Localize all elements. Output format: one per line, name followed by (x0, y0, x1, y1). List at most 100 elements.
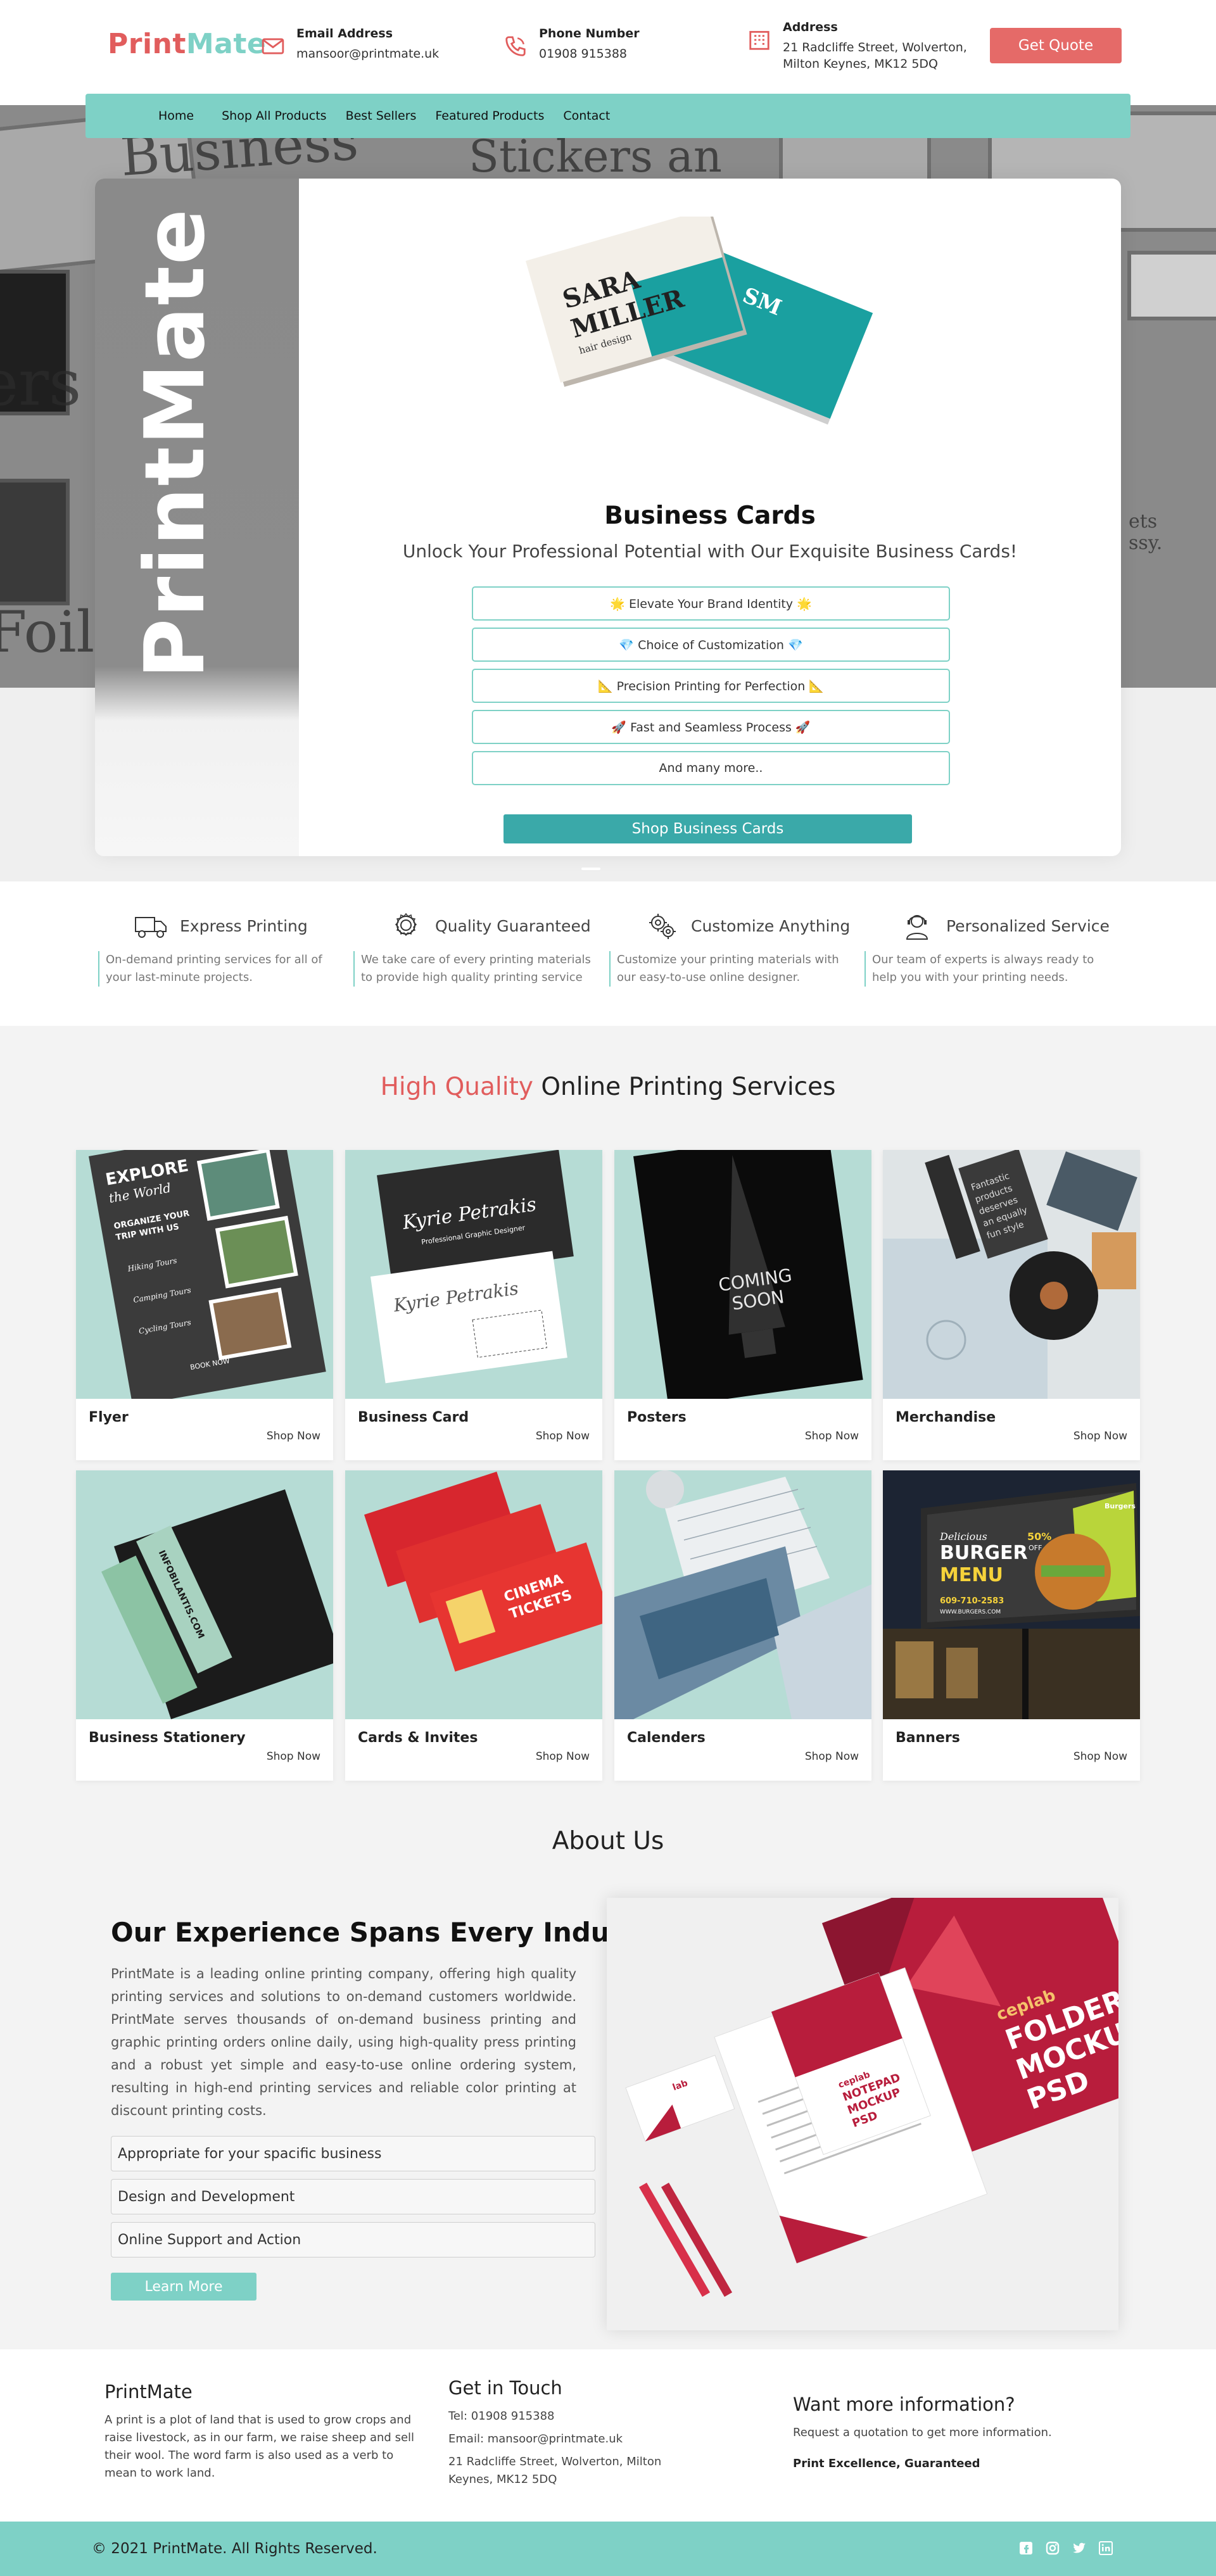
logo[interactable]: PrintMate (108, 28, 266, 60)
banner-text: BURGER (940, 1542, 1028, 1564)
product-name: Business Card (358, 1410, 469, 1425)
gears-icon (649, 914, 676, 939)
bg-word: Foil (0, 599, 95, 666)
learn-more-button[interactable]: Learn More (111, 2273, 256, 2301)
phone-contact: Phone Number 01908 915388 (504, 27, 640, 62)
shop-now-link[interactable]: Shop Now (805, 1430, 859, 1443)
bg-word: ers (0, 346, 82, 420)
service-quality-guaranteed: Quality Guaranteed We take care of every… (353, 908, 600, 987)
get-quote-button[interactable]: Get Quote (990, 28, 1122, 63)
nav-featured-products[interactable]: Featured Products (435, 109, 544, 123)
copyright: © 2021 PrintMate. All Rights Reserved. (92, 2541, 377, 2557)
shop-now-link[interactable]: Shop Now (267, 1750, 320, 1763)
linkedin-icon[interactable] (1098, 2540, 1114, 2556)
products-title: High Quality Online Printing Services (380, 1073, 836, 1101)
banner-text: OFF (1029, 1544, 1042, 1552)
banner-text: Delicious (939, 1531, 987, 1543)
flyer-image: EXPLORE the World ORGANIZE YOUR TRIP WIT… (76, 1150, 333, 1399)
product-name: Banners (896, 1730, 960, 1746)
product-card-merchandise[interactable]: Fantastic products deserves an equally f… (883, 1150, 1140, 1460)
nav-contact[interactable]: Contact (563, 109, 610, 123)
calendar-image (614, 1470, 871, 1719)
slider-indicator[interactable] (581, 868, 600, 870)
service-desc: Our team of experts is always ready to h… (864, 951, 1112, 987)
shop-business-cards-button[interactable]: Shop Business Cards (504, 814, 912, 843)
shop-now-link[interactable]: Shop Now (536, 1430, 590, 1443)
email-value[interactable]: mansoor@printmate.uk (296, 46, 439, 62)
footer-contact-title: Get in Touch (448, 2377, 562, 2399)
shop-now-link[interactable]: Shop Now (536, 1750, 590, 1763)
address-line-2: Milton Keynes, MK12 5DQ (783, 57, 939, 71)
banner-image: Delicious BURGER MENU 50% OFF 609-710-25… (883, 1470, 1140, 1719)
about-section: About Us Our Experience Spans Every Indu… (0, 1821, 1216, 2349)
badge-icon (395, 912, 417, 937)
nav-home[interactable]: Home (158, 109, 194, 123)
product-card-business-stationery[interactable]: INFOBILANTIS.COM Business Stationery Sho… (76, 1470, 333, 1781)
email-contact: Email Address mansoor@printmate.uk (261, 27, 439, 62)
about-paragraph: PrintMate is a leading online printing c… (111, 1966, 576, 2118)
hero-subtitle: Unlock Your Professional Potential with … (402, 541, 1018, 562)
product-name: Flyer (89, 1410, 129, 1425)
footer-info-title: Want more information? (793, 2394, 1015, 2415)
phone-value[interactable]: 01908 915388 (539, 46, 640, 62)
products-section: High Quality Online Printing Services EX… (0, 1026, 1216, 1821)
footer-contact: Get in Touch Tel: 01908 915388 Email: ma… (448, 2377, 683, 2489)
feature-item: 🚀 Fast and Seamless Process 🚀 (472, 710, 950, 744)
hero-slide-card: PrintMate SM SARA MILLER hair design Bus… (95, 179, 1121, 856)
feature-item: 💎 Choice of Customization 💎 (472, 628, 950, 662)
footer-tel[interactable]: Tel: 01908 915388 (448, 2408, 683, 2425)
phone-label: Phone Number (539, 27, 640, 41)
service-title: Express Printing (180, 916, 308, 935)
nav-shop-all-products[interactable]: Shop All Products (222, 109, 326, 123)
hero-side-panel: PrintMate (95, 179, 299, 856)
product-card-calenders[interactable]: Calenders Shop Now (614, 1470, 871, 1781)
facebook-icon[interactable] (1018, 2540, 1034, 2556)
social-links (1018, 2540, 1114, 2556)
about-title: About Us (552, 1827, 664, 1855)
page: PrintMate Email Address mansoor@printmat… (0, 0, 1216, 2576)
about-item[interactable]: Appropriate for your spacific business (111, 2136, 595, 2171)
shop-now-link[interactable]: Shop Now (805, 1750, 859, 1763)
address-line-1: 21 Radcliffe Street, Wolverton, (783, 41, 967, 54)
product-card-posters[interactable]: COMING SOON Posters Shop Now (614, 1150, 871, 1460)
feature-item: And many more.. (472, 751, 950, 785)
shop-now-link[interactable]: Shop Now (1074, 1430, 1127, 1443)
address-contact: Address 21 Radcliffe Street, Wolverton, … (747, 20, 967, 72)
product-name: Business Stationery (89, 1730, 246, 1746)
bg-tile (1127, 251, 1216, 320)
footer-email[interactable]: Email: mansoor@printmate.uk (448, 2430, 683, 2448)
phone-icon (505, 36, 526, 56)
product-card-flyer[interactable]: EXPLORE the World ORGANIZE YOUR TRIP WIT… (76, 1150, 333, 1460)
bg-word: Stickers an (469, 130, 722, 182)
merchandise-image: Fantastic products deserves an equally f… (883, 1150, 1140, 1399)
shop-now-link[interactable]: Shop Now (267, 1430, 320, 1443)
product-card-cards-invites[interactable]: CINEMA TICKETS Cards & Invites Shop Now (345, 1470, 602, 1781)
product-card-business-card[interactable]: Kyrie Petrakis Professional Graphic Desi… (345, 1150, 602, 1460)
service-desc: On-demand printing services for all of y… (98, 951, 345, 987)
nav-best-sellers[interactable]: Best Sellers (346, 109, 417, 123)
shop-now-link[interactable]: Shop Now (1074, 1750, 1127, 1763)
about-item[interactable]: Online Support and Action (111, 2222, 595, 2257)
service-title: Quality Guaranteed (435, 916, 591, 935)
footer-info: Want more information? Request a quotati… (793, 2394, 1097, 2470)
stationery-image: INFOBILANTIS.COM (76, 1470, 333, 1719)
service-customize-anything: Customize Anything Customize your printi… (609, 908, 856, 987)
building-icon (749, 30, 770, 50)
about-item[interactable]: Design and Development (111, 2179, 595, 2214)
footer-tagline: Print Excellence, Guaranteed (793, 2457, 980, 2470)
banner-text: MENU (940, 1564, 1003, 1586)
business-card-illustration: SM SARA MILLER hair design (526, 217, 873, 425)
hero-title: Business Cards (604, 502, 816, 530)
feature-item: 📐 Precision Printing for Perfection 📐 (472, 669, 950, 703)
bg-word: ssy. (1129, 532, 1163, 554)
banner-text: Burgers (1105, 1502, 1136, 1510)
footer-about: PrintMate A print is a plot of land that… (104, 2381, 415, 2482)
bg-word: ets (1129, 510, 1158, 533)
services-strip: Express Printing On-demand printing serv… (0, 881, 1216, 1026)
product-name: Cards & Invites (358, 1730, 478, 1746)
business-card-image: Kyrie Petrakis Professional Graphic Desi… (345, 1150, 602, 1399)
product-name: Posters (627, 1410, 687, 1425)
product-card-banners[interactable]: Delicious BURGER MENU 50% OFF 609-710-25… (883, 1470, 1140, 1781)
twitter-icon[interactable] (1071, 2540, 1087, 2556)
instagram-icon[interactable] (1044, 2540, 1061, 2556)
